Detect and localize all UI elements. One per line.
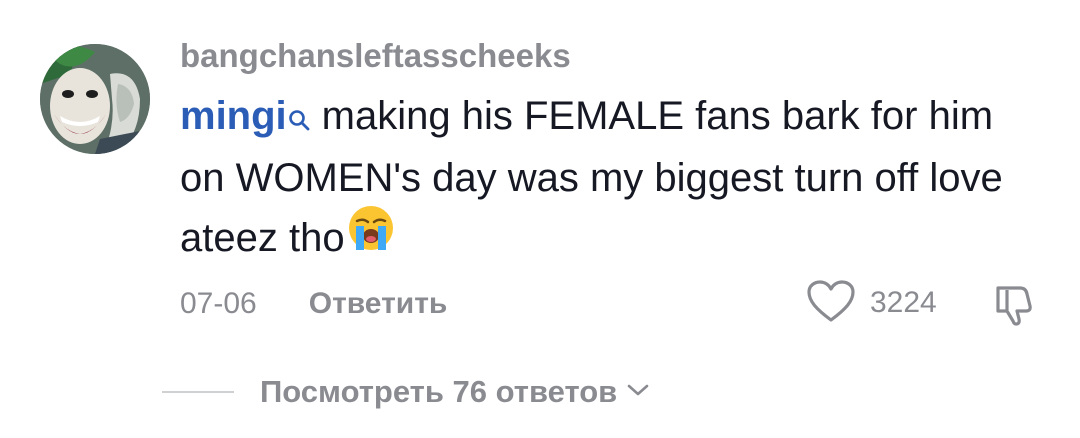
thumbs-down-icon[interactable]: [990, 280, 1038, 328]
like-count: 3224: [870, 286, 937, 319]
heart-outline-icon[interactable]: [806, 279, 856, 328]
reply-button[interactable]: Ответить: [309, 287, 448, 321]
comment-username[interactable]: bangchansleftasscheeks: [180, 36, 571, 76]
mention-link[interactable]: mingi: [180, 94, 287, 138]
comment-date: 07-06: [180, 287, 257, 320]
avatar-image: [40, 44, 150, 154]
replies-divider: [162, 391, 234, 393]
view-replies-label[interactable]: Посмотреть 76 ответов: [260, 374, 617, 410]
search-icon[interactable]: [288, 88, 310, 148]
comment-text-block: mingi making his FEMALE fans bark for him…: [180, 86, 1040, 269]
avatar[interactable]: [40, 44, 150, 154]
loudly-crying-face-icon: [347, 204, 395, 269]
like-button[interactable]: 3224: [806, 279, 937, 328]
view-replies-button[interactable]: Посмотреть 76 ответов: [162, 370, 649, 414]
chevron-down-icon[interactable]: [627, 383, 649, 402]
comment-meta: 07-06 Ответить: [180, 284, 447, 324]
